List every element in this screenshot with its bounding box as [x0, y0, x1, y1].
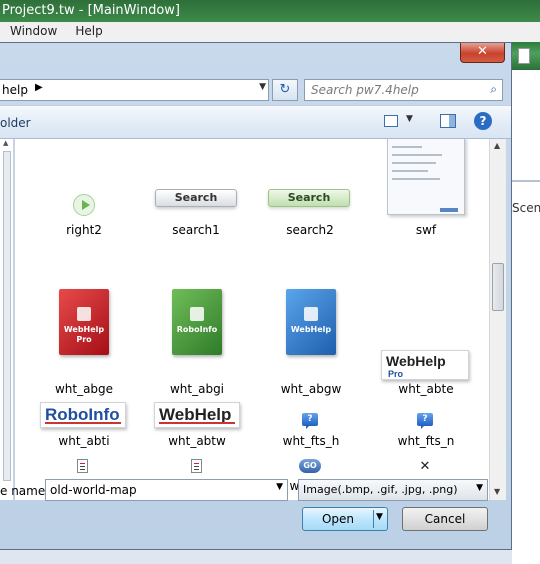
webhelp-pro-logo-thumbnail: WebHelp Pro — [381, 350, 469, 380]
file-name-field[interactable]: old-world-map ▼ — [45, 479, 288, 501]
navigation-pane: ▲ — [0, 139, 14, 500]
help-bubble-icon: ? — [302, 413, 318, 429]
go-button-icon: GO — [299, 459, 321, 473]
main-window-control[interactable] — [518, 48, 530, 64]
help-icon[interactable]: ? — [474, 112, 492, 130]
play-icon — [73, 194, 95, 216]
document-icon — [191, 459, 202, 473]
breadcrumb[interactable]: help — [2, 83, 28, 97]
open-button-label: Open — [321, 512, 355, 526]
file-name[interactable]: wht_fts_h — [256, 434, 366, 448]
chevron-down-icon[interactable]: ▼ — [376, 512, 383, 522]
webhelp-logo-thumbnail: WebHelp — [154, 402, 240, 428]
main-window-side-label: Scen — [512, 201, 540, 215]
search1-thumbnail: Search — [155, 189, 237, 207]
file-name[interactable]: wht_abte — [371, 382, 481, 396]
file-type-select[interactable]: Image(.bmp, .gif, .jpg, .png) ▼ — [298, 479, 488, 501]
main-window-panel — [512, 70, 540, 564]
file-type-value: Image(.bmp, .gif, .jpg, .png) — [303, 483, 458, 496]
file-name[interactable]: search1 — [141, 223, 251, 237]
file-name-label: e name: — [0, 484, 50, 498]
roboinfo-cover-thumbnail: RoboInfo — [172, 289, 222, 355]
swf-thumbnail — [387, 139, 465, 215]
close-button[interactable]: ✕ — [460, 43, 505, 63]
file-name[interactable]: wht_abtw — [142, 434, 252, 448]
main-menubar: Window Help — [0, 22, 540, 42]
close-icon: ✕ — [419, 459, 431, 474]
address-bar[interactable]: help ▶ ▼ — [0, 79, 269, 101]
file-list: right2 Search search1 Search search2 swf… — [15, 139, 489, 500]
file-name-value: old-world-map — [50, 483, 137, 497]
search2-thumbnail: Search — [268, 189, 350, 207]
help-bubble-icon: ? — [417, 413, 433, 429]
menu-help[interactable]: Help — [75, 24, 102, 40]
open-button[interactable]: Open ▼ — [302, 507, 388, 531]
breadcrumb-arrow-icon[interactable]: ▶ — [35, 82, 43, 93]
menu-window[interactable]: Window — [10, 24, 57, 40]
new-folder-button[interactable]: older — [0, 116, 31, 130]
chevron-down-icon[interactable]: ▼ — [276, 482, 283, 492]
scroll-down-icon[interactable]: ▼ — [494, 487, 500, 496]
main-window-title: Project9.tw - [MainWindow] — [0, 0, 540, 22]
file-list-scrollbar[interactable]: ▲ ▼ — [489, 139, 506, 500]
cancel-button[interactable]: Cancel — [402, 507, 488, 531]
views-icon[interactable] — [384, 115, 398, 127]
open-file-dialog: ✕ help ▶ ▼ ↻ Search pw7.4help ⌕ older ▼ … — [0, 42, 512, 550]
file-name[interactable]: wht_fts_n — [371, 434, 481, 448]
chevron-down-icon[interactable]: ▼ — [406, 114, 413, 124]
search-input[interactable]: Search pw7.4help ⌕ — [304, 79, 503, 101]
nav-scrollbar[interactable] — [3, 151, 11, 481]
command-bar: older ▼ ? — [0, 105, 511, 139]
roboinfo-logo-thumbnail: RoboInfo — [40, 402, 126, 428]
file-name[interactable]: wht_abti — [29, 434, 139, 448]
chevron-down-icon[interactable]: ▼ — [259, 82, 266, 92]
scroll-up-icon[interactable]: ▲ — [494, 141, 500, 150]
search-icon[interactable]: ⌕ — [490, 82, 497, 97]
preview-pane-icon[interactable] — [440, 114, 456, 128]
webhelp-cover-thumbnail: WebHelp — [286, 289, 336, 355]
chevron-down-icon[interactable]: ▼ — [476, 483, 483, 493]
webhelp-pro-cover-thumbnail: WebHelp Pro — [59, 289, 109, 355]
file-name[interactable]: wht_abgw — [256, 382, 366, 396]
file-name[interactable]: right2 — [29, 223, 139, 237]
document-icon — [77, 459, 88, 473]
scroll-up-icon[interactable]: ▲ — [3, 139, 8, 147]
refresh-button[interactable]: ↻ — [272, 79, 298, 101]
file-name[interactable]: swf — [371, 223, 481, 237]
file-name[interactable]: search2 — [255, 223, 365, 237]
file-name[interactable]: wht_abge — [29, 382, 139, 396]
search-placeholder: Search pw7.4help — [311, 83, 419, 97]
file-name[interactable]: wht_abgi — [142, 382, 252, 396]
scrollbar-thumb[interactable] — [492, 263, 504, 311]
